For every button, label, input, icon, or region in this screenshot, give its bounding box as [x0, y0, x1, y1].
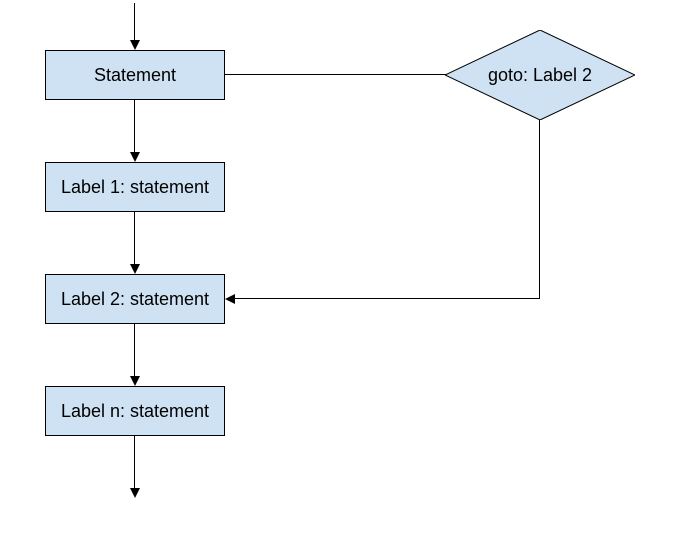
- entry-arrow-line: [134, 3, 135, 43]
- label1-box: Label 1: statement: [45, 162, 225, 212]
- arrow-stmt-to-label1-head: [130, 152, 140, 162]
- goto-arrow-head: [225, 294, 235, 304]
- exit-arrow-head: [130, 488, 140, 498]
- labeln-label: Label n: statement: [61, 401, 209, 422]
- statement-box: Statement: [45, 50, 225, 100]
- arrow-stmt-to-goto-line: [225, 74, 450, 75]
- arrow-label1-to-label2-head: [130, 264, 140, 274]
- goto-vline: [539, 120, 540, 299]
- labeln-box: Label n: statement: [45, 386, 225, 436]
- arrow-label2-to-labeln-head: [130, 376, 140, 386]
- arrow-label1-to-label2-line: [134, 212, 135, 267]
- goto-hline: [233, 298, 540, 299]
- entry-arrow-head: [130, 40, 140, 50]
- label2-label: Label 2: statement: [61, 289, 209, 310]
- label2-box: Label 2: statement: [45, 274, 225, 324]
- goto-label: goto: Label 2: [445, 30, 635, 120]
- arrow-stmt-to-label1-line: [134, 100, 135, 155]
- exit-arrow-line: [134, 436, 135, 491]
- label1-label: Label 1: statement: [61, 177, 209, 198]
- arrow-label2-to-labeln-line: [134, 324, 135, 379]
- goto-diamond: goto: Label 2: [445, 30, 635, 120]
- statement-label: Statement: [94, 65, 176, 86]
